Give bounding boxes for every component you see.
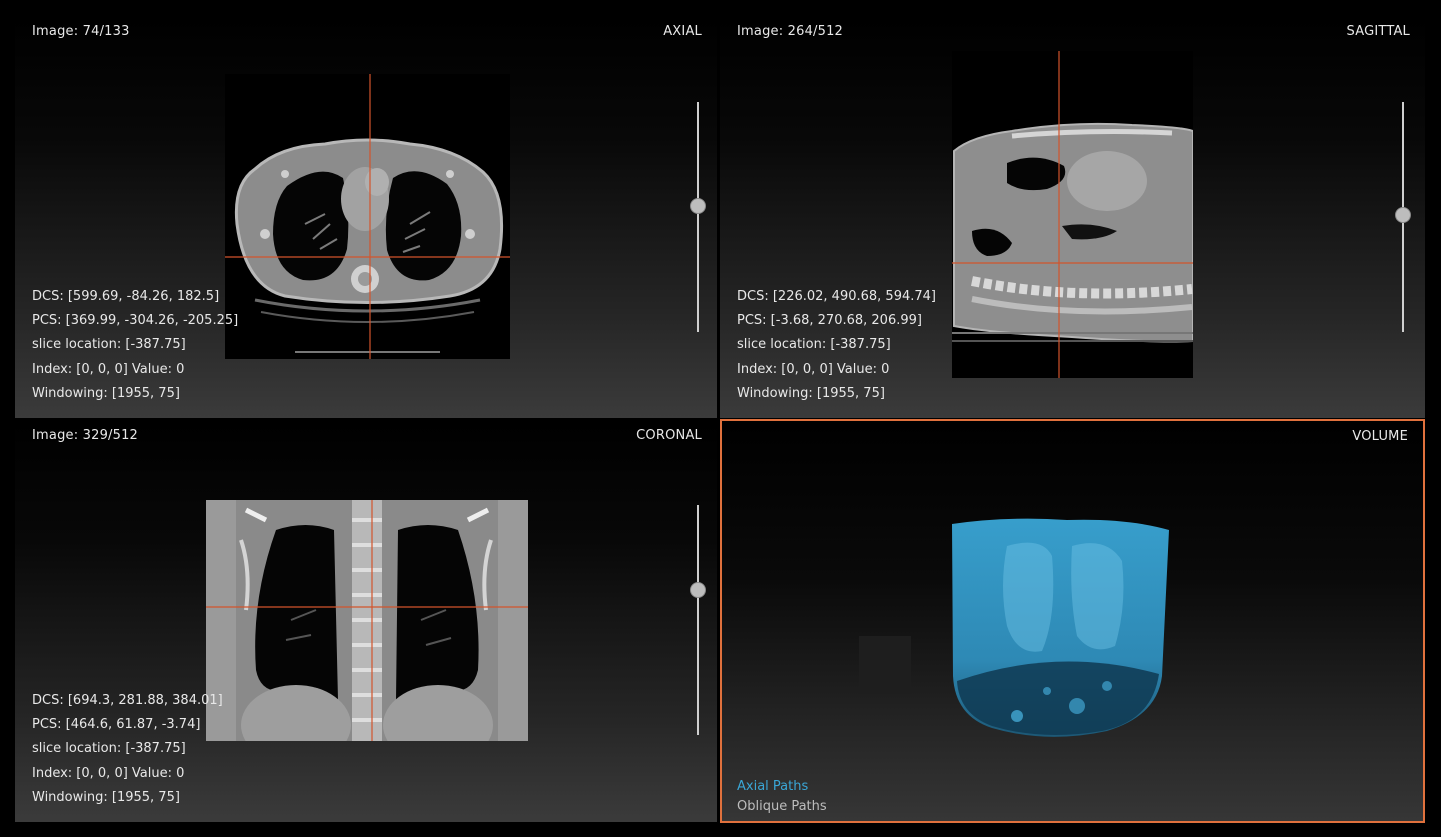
sagittal-ct-image[interactable]	[952, 51, 1193, 378]
volume-shadow-box	[859, 636, 911, 694]
index-value-readout: Index: [0, 0, 0] Value: 0	[32, 361, 185, 377]
coronal-ct-image[interactable]	[206, 500, 528, 741]
image-counter: Image: 329/512	[32, 428, 139, 443]
windowing-readout: Windowing: [1955, 75]	[737, 385, 885, 401]
slider-thumb[interactable]	[690, 582, 706, 599]
axial-viewport[interactable]: Image: 74/133 AXIAL DCS: [599.69, -84.26…	[15, 17, 717, 418]
dcs-readout: DCS: [599.69, -84.26, 182.5]	[32, 288, 220, 304]
pcs-readout: PCS: [464.6, 61.87, -3.74]	[32, 717, 201, 733]
dcs-readout: DCS: [226.02, 490.68, 594.74]	[737, 288, 936, 304]
orientation-label: CORONAL	[636, 428, 702, 443]
pcs-readout: PCS: [-3.68, 270.68, 206.99]	[737, 313, 922, 329]
orientation-label: SAGITTAL	[1346, 24, 1410, 39]
volume-viewport[interactable]: VOLUME Axial Paths Oblique Paths	[720, 419, 1425, 823]
sagittal-info-overlay: DCS: [226.02, 490.68, 594.74] PCS: [-3.6…	[737, 285, 936, 406]
coronal-slice-slider[interactable]	[690, 505, 706, 735]
volume-render[interactable]	[947, 516, 1177, 746]
legend-axial-paths[interactable]: Axial Paths	[737, 779, 808, 794]
orientation-label: VOLUME	[1352, 429, 1408, 444]
slider-track[interactable]	[697, 102, 699, 332]
slider-track[interactable]	[697, 505, 699, 735]
orientation-label: AXIAL	[663, 24, 702, 39]
sagittal-viewport[interactable]: Image: 264/512 SAGITTAL DCS: [226.02, 49…	[720, 17, 1425, 418]
pcs-readout: PCS: [369.99, -304.26, -205.25]	[32, 313, 239, 329]
dcs-readout: DCS: [694.3, 281.88, 384.01]	[32, 692, 223, 708]
legend-oblique-paths[interactable]: Oblique Paths	[737, 799, 827, 814]
axial-ct-image[interactable]	[225, 74, 510, 359]
dicom-viewer: Image: 74/133 AXIAL DCS: [599.69, -84.26…	[0, 0, 1441, 837]
slice-location-readout: slice location: [-387.75]	[32, 337, 186, 353]
axial-info-overlay: DCS: [599.69, -84.26, 182.5] PCS: [369.9…	[32, 285, 238, 406]
coronal-viewport[interactable]: Image: 329/512 CORONAL DCS: [694.3, 281.…	[15, 421, 717, 822]
slice-location-readout: slice location: [-387.75]	[32, 741, 186, 757]
slice-location-readout: slice location: [-387.75]	[737, 337, 891, 353]
image-counter: Image: 74/133	[32, 24, 130, 39]
windowing-readout: Windowing: [1955, 75]	[32, 385, 180, 401]
sagittal-slice-slider[interactable]	[1395, 102, 1411, 332]
windowing-readout: Windowing: [1955, 75]	[32, 789, 180, 805]
coronal-info-overlay: DCS: [694.3, 281.88, 384.01] PCS: [464.6…	[32, 689, 223, 810]
slider-thumb[interactable]	[690, 197, 706, 214]
slider-thumb[interactable]	[1395, 206, 1411, 223]
axial-slice-slider[interactable]	[690, 102, 706, 332]
image-counter: Image: 264/512	[737, 24, 844, 39]
index-value-readout: Index: [0, 0, 0] Value: 0	[32, 765, 185, 781]
index-value-readout: Index: [0, 0, 0] Value: 0	[737, 361, 890, 377]
